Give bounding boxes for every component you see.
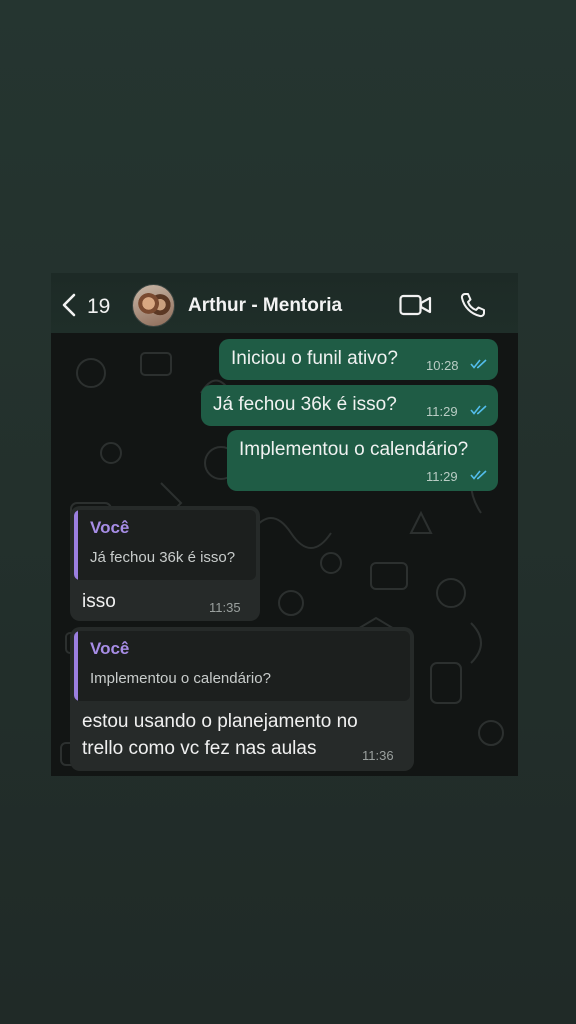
message-time: 11:29	[426, 469, 458, 484]
outgoing-message[interactable]: Implementou o calendário? 11:29	[227, 430, 498, 491]
avatar[interactable]	[132, 284, 175, 327]
incoming-message[interactable]: Você Implementou o calendário? estou usa…	[70, 627, 414, 771]
message-text: Iniciou o funil ativo?	[231, 348, 398, 369]
read-receipt-icon	[470, 470, 487, 480]
quote-accent-bar	[74, 631, 78, 701]
message-time: 10:28	[426, 358, 459, 373]
message-time: 11:35	[209, 600, 241, 615]
chat-window: 19 Arthur - Mentoria Iniciou o funil ati…	[51, 273, 518, 776]
read-receipt-icon	[470, 359, 487, 369]
quoted-reply[interactable]: Você Implementou o calendário?	[74, 631, 410, 701]
back-unread-count[interactable]: 19	[87, 295, 110, 319]
outgoing-message[interactable]: Já fechou 36k é isso? 11:29	[201, 385, 498, 426]
message-time: 11:29	[426, 404, 458, 419]
quote-author: Você	[90, 639, 130, 658]
read-receipt-icon	[470, 405, 487, 415]
outgoing-message[interactable]: Iniciou o funil ativo? 10:28	[219, 339, 498, 380]
message-text: isso	[82, 591, 116, 612]
quote-author: Você	[90, 518, 130, 537]
quote-accent-bar	[74, 510, 78, 580]
chevron-left-icon[interactable]	[61, 293, 77, 317]
quoted-reply[interactable]: Você Já fechou 36k é isso?	[74, 510, 256, 580]
message-text: Implementou o calendário?	[239, 439, 469, 460]
chat-header: 19 Arthur - Mentoria	[51, 273, 518, 333]
quote-text: Já fechou 36k é isso?	[90, 549, 236, 566]
incoming-message[interactable]: Você Já fechou 36k é isso? isso 11:35	[70, 506, 260, 621]
contact-name[interactable]: Arthur - Mentoria	[188, 295, 342, 317]
quote-text: Implementou o calendário?	[90, 670, 271, 687]
message-text-line: estou usando o planejamento no	[82, 711, 358, 732]
message-text: Já fechou 36k é isso?	[213, 394, 397, 415]
phone-call-icon[interactable]	[459, 291, 487, 319]
message-text-line: trello como vc fez nas aulas	[82, 738, 317, 759]
message-time: 11:36	[362, 748, 394, 763]
video-call-icon[interactable]	[399, 293, 432, 317]
